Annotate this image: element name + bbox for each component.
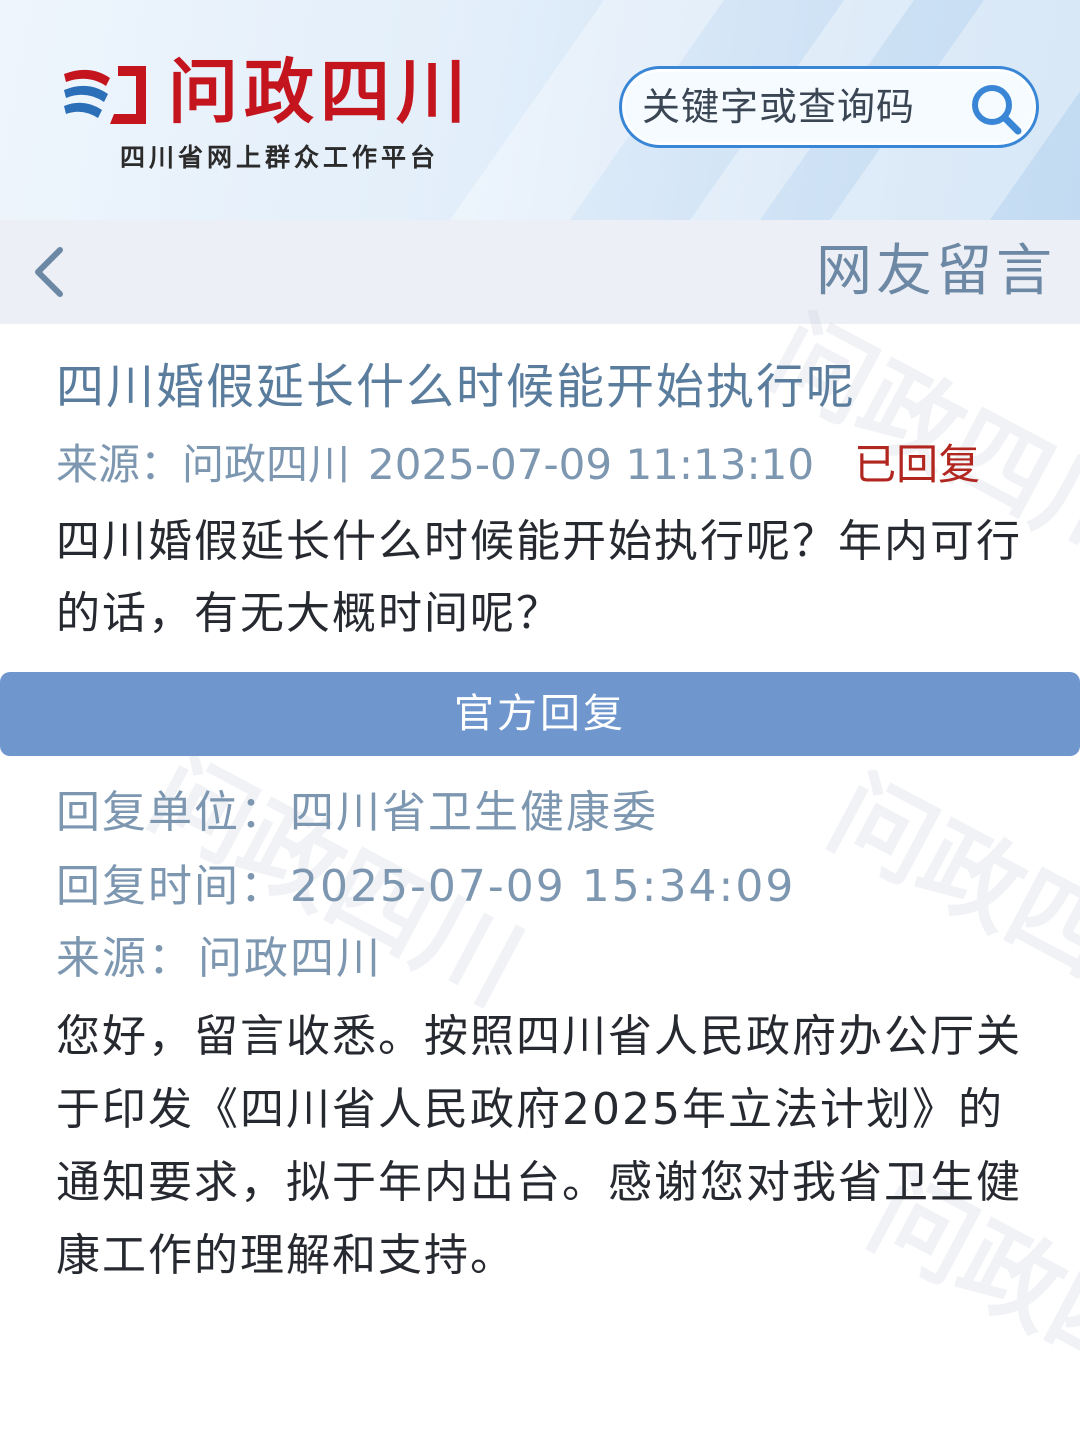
reply-unit-value: 四川省卫生健康委	[290, 787, 658, 838]
question-body: 四川婚假延长什么时候能开始执行呢？年内可行的话，有无大概时间呢？	[56, 516, 1022, 639]
logo-title: 问政四川	[168, 51, 472, 133]
reply-unit-label: 回复单位：	[56, 787, 286, 838]
question-meta: 来源：问政四川 2025-07-09 11:13:10 已回复	[56, 436, 980, 494]
search-placeholder: 关键字或查询码	[642, 85, 916, 129]
search-icon[interactable]	[968, 81, 1024, 137]
reply-source-label: 来源：	[56, 933, 194, 984]
search-input[interactable]: 关键字或查询码	[619, 66, 1039, 148]
chevron-left-icon[interactable]	[28, 244, 72, 300]
header-banner: 问政四川 四川省网上群众工作平台 关键字或查询码	[0, 0, 1080, 220]
reply-source-value: 问政四川	[198, 933, 382, 984]
reply-body: 您好，留言收悉。按照四川省人民政府办公厅关于印发《四川省人民政府2025年立法计…	[56, 1011, 1022, 1281]
reply-time: 回复时间：2025-07-09 15:34:09	[56, 852, 795, 922]
question-source: 来源：问政四川	[56, 440, 351, 489]
question-title: 四川婚假延长什么时候能开始执行呢	[56, 359, 857, 415]
question-datetime: 2025-07-09 11:13:10	[368, 440, 815, 489]
nav-bar: 网友留言	[0, 220, 1080, 324]
logo-subtitle: 四川省网上群众工作平台	[120, 143, 440, 172]
logo-icon	[64, 66, 146, 124]
page-title: 网友留言	[816, 239, 1056, 304]
official-reply-header: 官方回复	[0, 672, 1080, 756]
reply-source: 来源：问政四川	[56, 924, 382, 994]
reply-unit: 回复单位：四川省卫生健康委	[56, 778, 658, 848]
reply-time-value: 2025-07-09 15:34:09	[290, 861, 796, 912]
status-badge: 已回复	[854, 440, 981, 489]
reply-time-label: 回复时间：	[56, 861, 286, 912]
